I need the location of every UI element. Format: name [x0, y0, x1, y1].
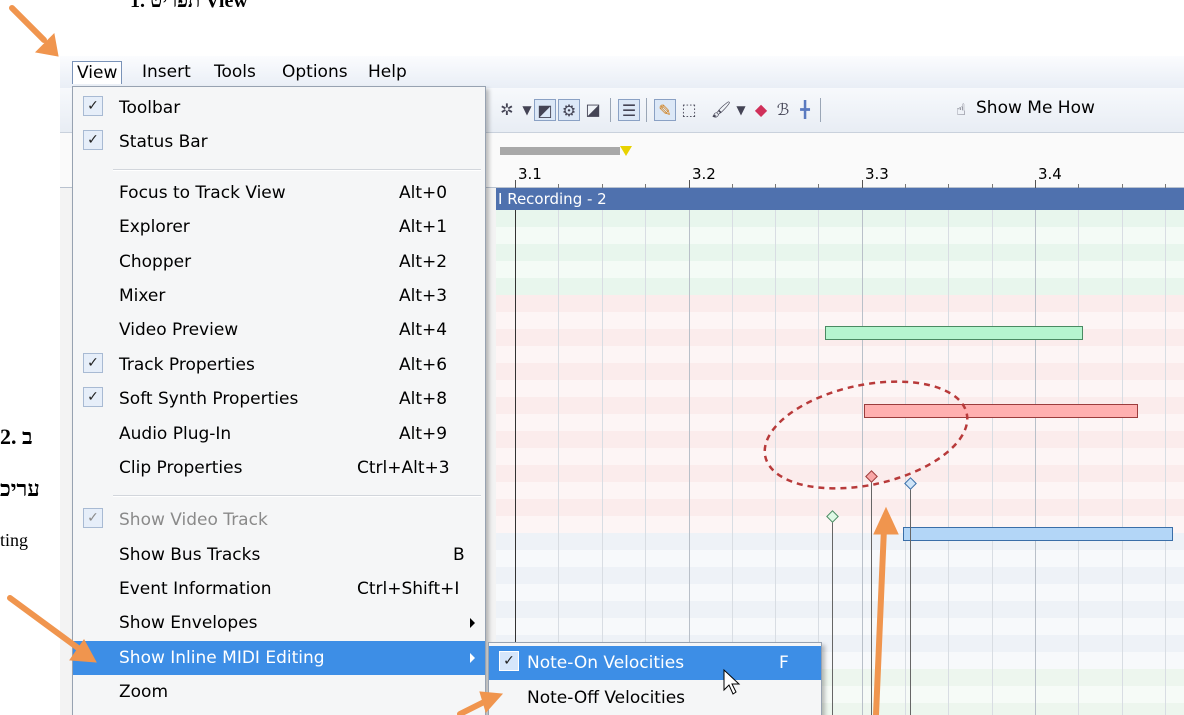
mouse-cursor-icon	[723, 668, 741, 695]
annotation-arrow-velocity	[873, 506, 899, 715]
annotation-arrow-note-on	[457, 691, 504, 715]
annotation-arrow-view-menu	[9, 5, 59, 57]
annotation-ellipse	[763, 380, 969, 490]
annotation-overlay	[7, 5, 969, 715]
annotation-arrow-inline-midi	[7, 595, 97, 663]
